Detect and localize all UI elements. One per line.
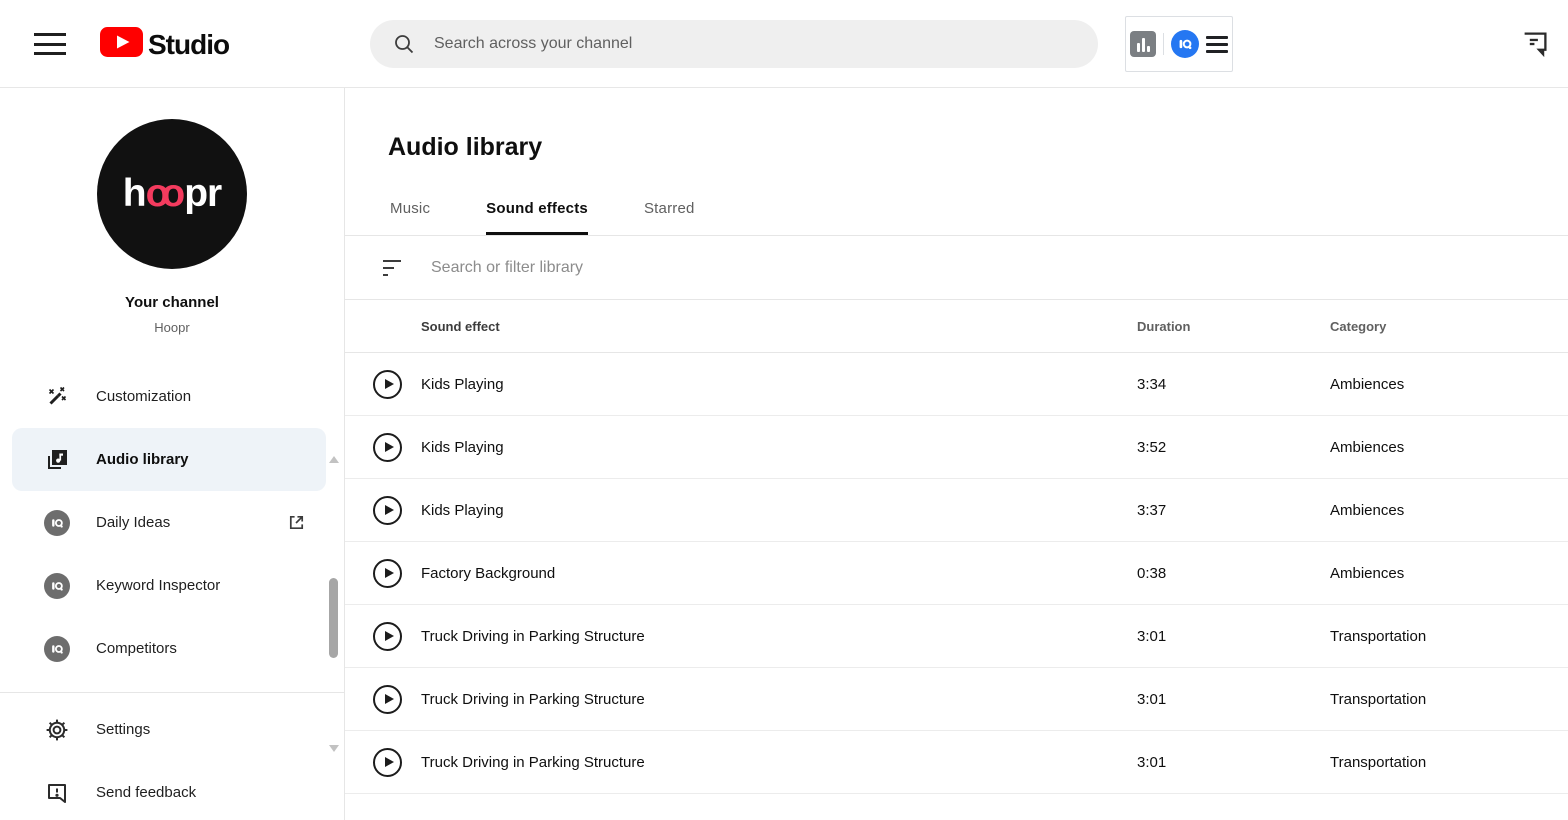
table-row[interactable]: Truck Driving in Parking Structure 3:01 … [345, 668, 1568, 731]
category-value: Transportation [1330, 691, 1568, 708]
vidiq-icon [44, 573, 70, 599]
vidiq-icon[interactable] [1171, 30, 1199, 58]
table-row[interactable]: Kids Playing 3:34 Ambiences [345, 353, 1568, 416]
table-row[interactable]: Kids Playing 3:52 Ambiences [345, 416, 1568, 479]
main-content: Audio library Music Sound effects Starre… [345, 88, 1568, 820]
app-window: Studio [0, 0, 1568, 820]
sound-effect-title: Kids Playing [421, 439, 1137, 456]
feedback-bubble-icon[interactable] [1520, 29, 1550, 62]
tab-bar: Music Sound effects Starred [345, 162, 1568, 236]
library-filter-input[interactable] [431, 259, 1568, 277]
sound-effect-title: Truck Driving in Parking Structure [421, 691, 1137, 708]
category-value: Transportation [1330, 628, 1568, 645]
youtube-play-icon [100, 27, 143, 62]
extension-menu-icon[interactable] [1206, 36, 1228, 53]
sidebar-item-customization[interactable]: Customization [0, 365, 344, 428]
category-value: Transportation [1330, 754, 1568, 771]
table-header: Sound effect Duration Category [345, 300, 1568, 353]
sound-effect-title: Factory Background [421, 565, 1137, 582]
play-button[interactable] [373, 496, 402, 525]
sidebar-item-label: Settings [96, 721, 150, 738]
sidebar-item-label: Send feedback [96, 784, 196, 801]
sound-effect-title: Kids Playing [421, 502, 1137, 519]
page-title: Audio library [345, 88, 1568, 162]
sidebar-item-audio-library[interactable]: Audio library [12, 428, 326, 491]
youtube-studio-logo[interactable]: Studio [100, 27, 229, 62]
duration-value: 3:52 [1137, 439, 1330, 456]
column-header-category: Category [1330, 319, 1568, 334]
play-button[interactable] [373, 370, 402, 399]
sound-effect-title: Kids Playing [421, 376, 1137, 393]
duration-value: 3:01 [1137, 754, 1330, 771]
duration-value: 0:38 [1137, 565, 1330, 582]
sidebar-item-settings[interactable]: Settings [0, 698, 344, 761]
hamburger-menu-icon[interactable] [34, 31, 66, 57]
audio-library-icon [44, 448, 70, 472]
table-row[interactable]: Truck Driving in Parking Structure 3:01 … [345, 605, 1568, 668]
channel-title: Your channel [0, 294, 344, 311]
extension-divider [1163, 33, 1164, 55]
sidebar-footer: Settings Send feedback [0, 692, 344, 820]
sidebar-item-label: Audio library [96, 451, 189, 468]
browser-extension-cluster [1125, 16, 1233, 72]
tab-music[interactable]: Music [390, 200, 430, 235]
sidebar-item-label: Competitors [96, 640, 177, 657]
channel-name: Hoopr [0, 320, 344, 335]
play-button[interactable] [373, 559, 402, 588]
studio-logo-text: Studio [148, 29, 229, 61]
vidiq-icon [44, 636, 70, 662]
filter-bar [345, 236, 1568, 300]
sidebar-item-label: Customization [96, 388, 191, 405]
duration-value: 3:01 [1137, 628, 1330, 645]
play-button[interactable] [373, 433, 402, 462]
vidiq-icon [44, 510, 70, 536]
table-row[interactable]: Factory Background 0:38 Ambiences [345, 542, 1568, 605]
scroll-down-arrow-icon[interactable] [329, 745, 339, 752]
sidebar-item-keyword-inspector[interactable]: Keyword Inspector [0, 554, 344, 617]
external-link-icon [287, 513, 306, 532]
table-row[interactable]: Kids Playing 3:37 Ambiences [345, 479, 1568, 542]
tab-sound-effects[interactable]: Sound effects [486, 200, 588, 235]
sound-effect-title: Truck Driving in Parking Structure [421, 628, 1137, 645]
channel-search-bar [370, 20, 1098, 68]
sidebar-item-competitors[interactable]: Competitors [0, 617, 344, 680]
tab-starred[interactable]: Starred [644, 200, 695, 235]
channel-header: hoopr Your channel Hoopr [0, 88, 344, 335]
duration-value: 3:37 [1137, 502, 1330, 519]
sidebar-item-label: Daily Ideas [96, 514, 170, 531]
duration-value: 3:01 [1137, 691, 1330, 708]
stats-chart-icon[interactable] [1130, 31, 1156, 57]
category-value: Ambiences [1330, 502, 1568, 519]
scroll-up-arrow-icon[interactable] [329, 456, 339, 463]
table-row[interactable]: Truck Driving in Parking Structure 3:01 … [345, 731, 1568, 794]
category-value: Ambiences [1330, 439, 1568, 456]
scrollbar-thumb[interactable] [329, 578, 338, 658]
category-value: Ambiences [1330, 376, 1568, 393]
sidebar: hoopr Your channel Hoopr [0, 88, 345, 820]
filter-icon[interactable] [383, 260, 407, 276]
sidebar-scrollbar [328, 456, 340, 752]
play-button[interactable] [373, 748, 402, 777]
play-button[interactable] [373, 622, 402, 651]
duration-value: 3:34 [1137, 376, 1330, 393]
top-bar: Studio [0, 0, 1568, 88]
category-value: Ambiences [1330, 565, 1568, 582]
feedback-exclamation-icon [44, 781, 70, 805]
play-button[interactable] [373, 685, 402, 714]
sound-effect-title: Truck Driving in Parking Structure [421, 754, 1137, 771]
channel-avatar[interactable]: hoopr [97, 119, 247, 269]
column-header-duration: Duration [1137, 319, 1330, 334]
sidebar-item-send-feedback[interactable]: Send feedback [0, 761, 344, 820]
search-icon [392, 32, 416, 56]
gear-icon [44, 718, 70, 742]
sidebar-item-daily-ideas[interactable]: Daily Ideas [0, 491, 344, 554]
sidebar-item-label: Keyword Inspector [96, 577, 220, 594]
column-header-sound-effect: Sound effect [421, 319, 1137, 334]
search-input[interactable] [434, 35, 1098, 53]
sidebar-menu: Customization Audio library [0, 365, 344, 680]
magic-wand-icon [44, 385, 70, 409]
